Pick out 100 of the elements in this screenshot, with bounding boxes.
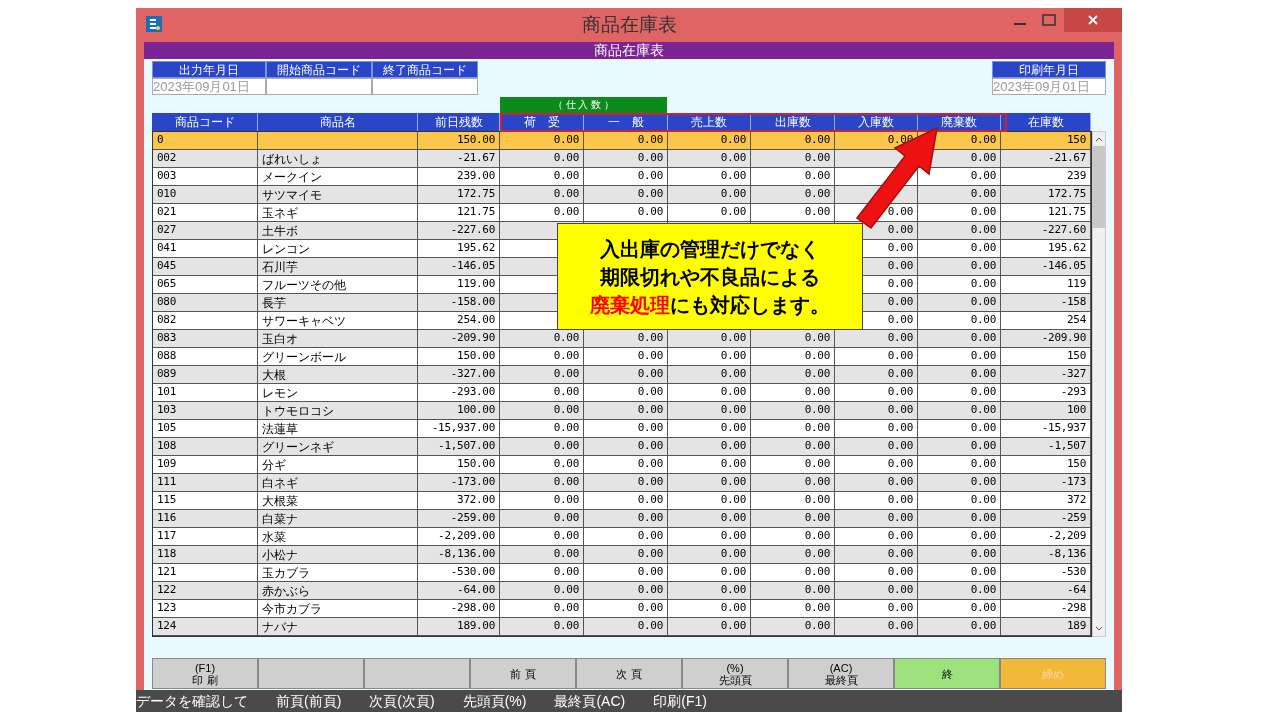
table-cell: 0.00 [804,582,830,599]
table-cell: 0.00 [804,600,830,617]
table-cell: 109 [157,456,176,473]
table-cell: 0.00 [637,384,663,401]
table-cell: 0.00 [887,402,913,419]
table-cell: -146.05 [450,258,495,275]
table-cell: 0.00 [887,384,913,401]
table-cell: -15,937 [1041,420,1086,437]
table-cell: 0.00 [637,420,663,437]
table-cell: 0.00 [887,330,913,347]
table-cell: 0.00 [637,168,663,185]
table-cell-text: 水菜 [262,528,286,546]
status-text: 先頭頁(%) [462,691,527,711]
table-cell: 119 [1067,276,1086,293]
table-cell: 080 [157,294,176,311]
table-cell: 108 [157,438,176,455]
table-cell: 0.00 [720,600,746,617]
table-cell: 100.00 [457,402,495,419]
table-cell-text: 大根菜 [262,492,298,510]
table-cell: 0.00 [720,366,746,383]
table-cell: -530.00 [450,564,495,581]
table-cell-text: 玉カブラ [262,564,310,582]
table-cell: 0.00 [720,420,746,437]
table-cell-text: 赤かぶら [262,582,310,600]
table-cell: 124 [157,618,176,635]
status-text: 最終頁(AC) [554,691,626,711]
table-cell: 150.00 [457,132,495,149]
table-cell: -209.90 [1041,330,1086,347]
field-label: 開始商品コード [266,61,372,78]
table-cell: -173 [1060,474,1086,491]
table-cell: 0.00 [804,384,830,401]
table-cell: 0.00 [637,330,663,347]
table-cell: 0.00 [970,600,996,617]
table-cell: 0.00 [553,618,579,635]
table-cell: 254.00 [457,312,495,329]
table-cell: 0.00 [720,330,746,347]
table-cell: 189 [1067,618,1086,635]
table-cell: 0.00 [887,276,913,293]
table-cell: 0.00 [553,402,579,419]
table-cell-text: 今市カブラ [262,600,322,618]
table-cell: 0.00 [553,132,579,149]
table-cell: -1,507 [1048,438,1086,455]
table-cell: 0.00 [553,600,579,617]
table-cell: 0.00 [970,510,996,527]
table-cell: 0.00 [553,168,579,185]
table-cell: 0.00 [970,294,996,311]
table-cell-text: 石川芋 [262,258,298,276]
table-cell: 0.00 [720,150,746,167]
table-cell: 0.00 [720,186,746,203]
table-cell: 150.00 [457,456,495,473]
table-cell: 0.00 [637,438,663,455]
table-cell: 065 [157,276,176,293]
table-cell: 0.00 [720,348,746,365]
status-text: 印刷(F1) [653,691,707,711]
table-cell: 121.75 [457,204,495,221]
table-cell: 021 [157,204,176,221]
table-cell: -293 [1060,384,1086,401]
table-cell-text: フルーツその他 [262,276,346,294]
table-cell: -146.05 [1041,258,1086,275]
table-cell: 0.00 [720,474,746,491]
table-cell: 105 [157,420,176,437]
table-cell-text: 玉ネギ [262,204,298,222]
table-cell: 0.00 [804,474,830,491]
table-cell: 119.00 [457,276,495,293]
table-cell: 372.00 [457,492,495,509]
table-cell: 0.00 [637,528,663,545]
table-cell: 123 [157,600,176,617]
table-cell: 0.00 [720,492,746,509]
table-cell: 0.00 [553,582,579,599]
table-cell: 0.00 [637,492,663,509]
window-title: 商品在庫表 [581,12,677,37]
table-cell: 0.00 [887,582,913,599]
table-cell: 0.00 [887,348,913,365]
status-text: 前頁(前頁) [276,691,342,711]
table-cell: 239 [1067,168,1086,185]
table-cell: 0.00 [804,330,830,347]
table-cell: 0.00 [553,330,579,347]
table-cell: 189.00 [457,618,495,635]
table-cell: 0.00 [553,150,579,167]
table-cell: 0.00 [804,420,830,437]
table-cell-text: 法蓮草 [262,420,298,438]
table-cell: 0.00 [637,582,663,599]
table-cell: 0.00 [804,510,830,527]
table-cell: 103 [157,402,176,419]
table-cell: 118 [157,546,176,563]
table-cell: 0.00 [553,366,579,383]
table-cell-text: レンコン [262,240,310,258]
table-cell: 0.00 [887,510,913,527]
table-cell-text: ナバナ [262,618,298,636]
table-cell: 150 [1067,348,1086,365]
table-cell: -530 [1060,564,1086,581]
table-cell-text: 玉白オ [262,330,298,348]
table-cell: -173.00 [450,474,495,491]
table-cell: 0.00 [887,456,913,473]
table-cell: 372 [1067,492,1086,509]
table-cell: 0.00 [887,420,913,437]
table-cell-text: 白菜ナ [262,510,298,528]
table-cell: 0.00 [720,132,746,149]
table-cell: 0.00 [887,222,913,239]
table-cell: 0.00 [720,564,746,581]
